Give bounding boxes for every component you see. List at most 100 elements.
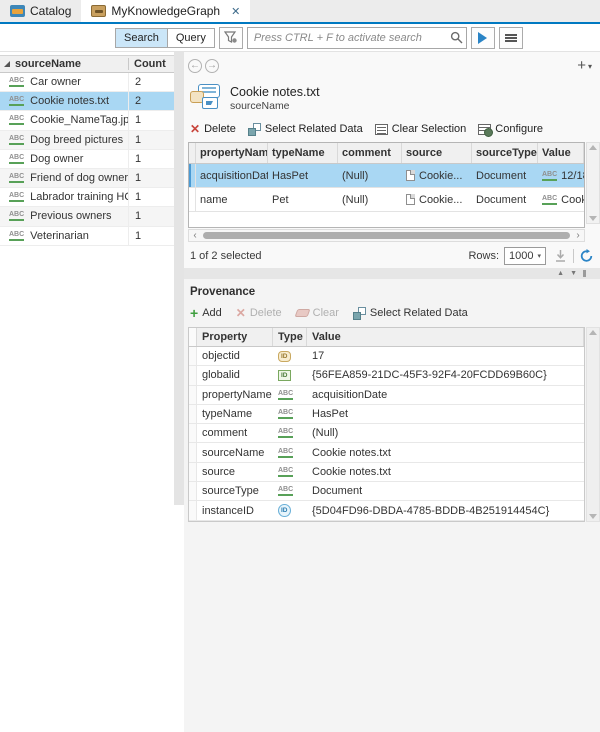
list-item[interactable]: ABCVeterinarian 1 (0, 227, 174, 246)
configure-icon (478, 124, 491, 135)
abc-type-icon: ABC (9, 211, 24, 221)
filter-icon (224, 31, 238, 44)
details-panel: ← → + ▾ Cookie notes.txt sourceName (184, 52, 600, 505)
search-mode-button[interactable]: Search (116, 29, 167, 47)
group-expand-icon[interactable] (0, 61, 14, 67)
scroll-down-icon[interactable] (589, 216, 597, 221)
download-rows-icon[interactable] (553, 249, 568, 263)
delete-button-disabled[interactable]: ✕ Delete (236, 306, 282, 320)
section-splitter[interactable]: ▲ ▼ (184, 268, 600, 279)
add-icon[interactable]: + (577, 59, 586, 73)
table-row[interactable]: globalid ID {56FEA859-21DC-45F3-92F4-20F… (189, 366, 584, 385)
splitter-up-icon[interactable]: ▲ (557, 269, 564, 278)
table-row[interactable]: sourceType ABC Document (189, 482, 584, 501)
abc-type-icon: ABC (542, 171, 557, 181)
configure-button[interactable]: Configure (478, 123, 543, 135)
abc-type-icon: ABC (278, 409, 293, 419)
tab-catalog-label: Catalog (30, 4, 71, 18)
tab-catalog[interactable]: Catalog (0, 0, 81, 22)
list-item[interactable]: ABCCar owner 2 (0, 73, 174, 92)
scrollbar-thumb[interactable] (203, 232, 570, 239)
run-search-button[interactable] (471, 27, 495, 49)
table-row[interactable]: source ABC Cookie notes.txt (189, 463, 584, 482)
vertical-scrollbar[interactable] (586, 327, 600, 522)
provenance-table: Property Type Value objectid ID 17 (188, 327, 600, 522)
select-related-data-button[interactable]: Select Related Data (248, 123, 363, 136)
panel-splitter[interactable] (174, 52, 184, 505)
table-row[interactable]: sourceName ABC Cookie notes.txt (189, 443, 584, 462)
search-input[interactable] (247, 27, 467, 49)
count-column-header[interactable]: Count (128, 58, 174, 70)
scroll-right-icon[interactable]: › (572, 230, 584, 241)
search-box (247, 27, 467, 49)
entity-icon (190, 84, 222, 112)
select-related-data-icon (248, 123, 261, 136)
list-item[interactable]: ABCDog owner 1 (0, 150, 174, 169)
options-menu-button[interactable] (499, 27, 523, 49)
splitter-grip[interactable] (583, 270, 586, 277)
forward-icon[interactable]: → (205, 59, 219, 73)
clear-button-disabled[interactable]: Clear (296, 307, 339, 319)
instanceid-type-icon: ID (278, 504, 291, 517)
list-item[interactable]: ABCPrevious owners 1 (0, 207, 174, 226)
source-name-column-header[interactable]: sourceName (14, 58, 128, 70)
horizontal-scrollbar[interactable]: ‹ › (188, 229, 585, 242)
scroll-down-icon[interactable] (589, 514, 597, 519)
table-row[interactable]: comment ABC (Null) (189, 424, 584, 443)
list-item[interactable]: ABCDog breed pictures 1 (0, 131, 174, 150)
table-row-selected[interactable]: acquisitionDate HasPet (Null) Cookie... … (189, 164, 584, 188)
table-row[interactable]: propertyName ABC acquisitionDate (189, 386, 584, 405)
delete-button[interactable]: ✕ Delete (190, 122, 236, 136)
details-action-toolbar: ✕ Delete Select Related Data Clear Selec… (190, 118, 600, 140)
table-row[interactable]: name Pet (Null) Cookie... Document ABCCo… (189, 188, 584, 212)
source-list-header[interactable]: sourceName Count (0, 55, 174, 73)
abc-type-icon: ABC (278, 428, 293, 438)
clear-selection-button[interactable]: Clear Selection (375, 123, 467, 135)
document-icon (406, 170, 415, 181)
select-related-data-button[interactable]: Select Related Data (353, 307, 468, 320)
search-toolbar: Search Query (0, 24, 600, 52)
close-tab-icon[interactable]: ✕ (231, 5, 240, 18)
provenance-table-header[interactable]: Property Type Value (189, 328, 584, 347)
abc-type-icon: ABC (278, 390, 293, 400)
abc-type-icon: ABC (9, 77, 24, 87)
back-icon[interactable]: ← (188, 59, 202, 73)
provenance-section: Provenance + Add ✕ Delete Clear (184, 279, 600, 732)
abc-type-icon: ABC (9, 115, 24, 125)
entity-title: Cookie notes.txt (230, 85, 320, 99)
scroll-up-icon[interactable] (589, 145, 597, 150)
query-mode-button[interactable]: Query (167, 29, 214, 47)
list-item[interactable]: ABCCookie_NameTag.jpg 1 (0, 111, 174, 130)
rows-count-select[interactable]: 1000 ▾ (504, 247, 546, 265)
table-row[interactable]: instanceID ID {5D04FD96-DBDA-4785-BDDB-4… (189, 501, 584, 520)
properties-table-header[interactable]: propertyName typeName comment source sou… (189, 143, 584, 164)
splitter-down-icon[interactable]: ▼ (570, 269, 577, 278)
filter-button[interactable] (219, 27, 243, 49)
chevron-down-icon[interactable]: ▾ (588, 62, 592, 71)
search-query-segmented: Search Query (115, 28, 215, 48)
scroll-up-icon[interactable] (589, 330, 597, 335)
tab-knowledge-graph[interactable]: MyKnowledgeGraph ✕ (81, 0, 250, 22)
list-item[interactable]: ABCFriend of dog owner 1 (0, 169, 174, 188)
app-window: Catalog MyKnowledgeGraph ✕ Search Query (0, 0, 600, 507)
abc-type-icon: ABC (278, 486, 293, 496)
refresh-icon[interactable] (579, 249, 594, 263)
plus-icon: + (190, 305, 198, 321)
scroll-left-icon[interactable]: ‹ (189, 230, 201, 241)
entity-subtitle: sourceName (230, 100, 320, 112)
details-nav-row: ← → + ▾ (188, 56, 592, 76)
abc-type-icon: ABC (542, 195, 557, 205)
list-item-selected[interactable]: ABCCookie notes.txt 2 (0, 92, 174, 111)
table-row[interactable]: typeName ABC HasPet (189, 405, 584, 424)
run-icon (478, 32, 487, 44)
oid-type-icon: ID (278, 351, 291, 362)
table-row[interactable]: objectid ID 17 (189, 347, 584, 366)
delete-icon: ✕ (190, 122, 200, 136)
chevron-down-icon: ▾ (537, 252, 541, 260)
rows-label: Rows: (468, 250, 499, 262)
abc-type-icon: ABC (9, 154, 24, 164)
add-button[interactable]: + Add (190, 305, 222, 321)
vertical-scrollbar[interactable] (586, 142, 600, 224)
entity-header: Cookie notes.txt sourceName (190, 80, 600, 116)
list-item[interactable]: ABCLabrador training HQ 1 (0, 188, 174, 207)
